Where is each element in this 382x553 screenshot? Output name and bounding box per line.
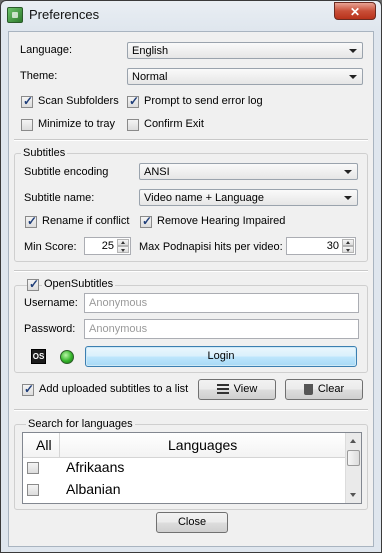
chevron-down-icon — [344, 170, 352, 174]
window-title: Preferences — [29, 7, 100, 22]
languages-group-title: Search for languages — [26, 418, 135, 430]
spin-up-icon[interactable] — [342, 239, 354, 246]
theme-select[interactable]: Normal — [127, 68, 363, 85]
min-score-value: 25 — [101, 240, 114, 252]
separator — [14, 270, 368, 272]
spin-down-icon[interactable] — [117, 246, 129, 253]
status-led-icon — [60, 350, 74, 364]
view-button[interactable]: View — [198, 379, 276, 400]
clear-button-label: Clear — [317, 383, 345, 395]
opensubtitles-label: OpenSubtitles — [42, 278, 116, 290]
minimize-tray-checkbox[interactable] — [21, 119, 33, 131]
subtitle-name-label: Subtitle name: — [24, 192, 95, 204]
vertical-scrollbar[interactable] — [345, 433, 361, 503]
chevron-down-icon — [349, 49, 357, 53]
remove-hi-checkbox[interactable] — [140, 214, 152, 228]
column-languages[interactable]: Languages — [168, 437, 237, 453]
language-name: Afrikaans — [66, 459, 125, 475]
confirm-exit-checkbox[interactable] — [127, 119, 139, 131]
theme-select-value: Normal — [132, 71, 168, 83]
add-to-list-label: Add uploaded subtitles to a list — [39, 383, 189, 395]
username-label: Username: — [24, 297, 78, 309]
password-input[interactable] — [85, 320, 358, 338]
column-divider — [59, 433, 60, 457]
view-button-label: View — [233, 383, 258, 395]
language-checkbox[interactable] — [27, 462, 39, 474]
prompt-error-log-checkbox[interactable] — [127, 94, 139, 108]
rename-conflict-label: Rename if conflict — [42, 215, 130, 227]
subtitle-encoding-value: ANSI — [144, 166, 170, 178]
password-field[interactable] — [84, 319, 359, 339]
prompt-error-log-label: Prompt to send error log — [144, 95, 263, 107]
opensubtitles-logo-icon: OS — [31, 349, 46, 364]
subtitle-name-value: Video name + Language — [144, 192, 264, 204]
username-input[interactable] — [85, 294, 358, 312]
title-bar[interactable]: Preferences ✕ — [1, 1, 381, 29]
scroll-down-icon[interactable] — [347, 488, 360, 502]
chevron-down-icon — [344, 196, 352, 200]
password-label: Password: — [24, 323, 76, 335]
trash-icon — [303, 383, 313, 395]
table-row[interactable]: Albanian — [23, 479, 347, 501]
window-close-button[interactable]: ✕ — [334, 2, 376, 20]
scroll-thumb[interactable] — [347, 450, 360, 466]
language-name: Albanian — [66, 481, 121, 497]
subtitle-encoding-select[interactable]: ANSI — [139, 163, 358, 180]
remove-hi-label: Remove Hearing Impaired — [157, 215, 286, 227]
min-score-label: Min Score: — [24, 241, 77, 253]
max-hits-spinner[interactable]: 30 — [286, 237, 356, 255]
language-select-value: English — [132, 45, 169, 57]
add-to-list-checkbox[interactable] — [22, 382, 34, 396]
theme-label: Theme: — [20, 70, 58, 82]
scan-subfolders-label: Scan Subfolders — [38, 95, 119, 107]
max-hits-value: 30 — [326, 240, 339, 252]
list-icon — [216, 384, 229, 395]
column-all[interactable]: All — [36, 437, 52, 453]
username-field[interactable] — [84, 293, 359, 313]
separator — [14, 409, 368, 411]
scroll-up-icon[interactable] — [347, 434, 360, 448]
max-hits-label: Max Podnapisi hits per video: — [139, 241, 283, 253]
subtitle-encoding-label: Subtitle encoding — [24, 166, 109, 178]
subtitles-group-title: Subtitles — [21, 147, 68, 159]
dialog-body: Language: English Theme: Normal Scan Sub… — [8, 31, 374, 547]
confirm-exit-label: Confirm Exit — [144, 118, 204, 130]
table-row[interactable]: Afrikaans — [23, 457, 347, 479]
minimize-tray-label: Minimize to tray — [38, 118, 116, 130]
spin-down-icon[interactable] — [342, 246, 354, 253]
min-score-spinner[interactable]: 25 — [84, 237, 131, 255]
preferences-window: Preferences ✕ Language: English Theme: N… — [0, 0, 382, 553]
chevron-down-icon — [349, 75, 357, 79]
clear-button[interactable]: Clear — [285, 379, 363, 400]
close-button[interactable]: Close — [156, 512, 228, 533]
table-header: All Languages — [23, 433, 347, 458]
rename-conflict-checkbox[interactable] — [25, 214, 37, 228]
spin-up-icon[interactable] — [117, 239, 129, 246]
login-button[interactable]: Login — [85, 346, 357, 367]
opensubtitles-checkbox[interactable] — [27, 277, 39, 291]
language-label: Language: — [20, 44, 72, 56]
app-icon — [7, 7, 23, 23]
scan-subfolders-checkbox[interactable] — [21, 94, 33, 108]
subtitle-name-select[interactable]: Video name + Language — [139, 189, 358, 206]
separator — [14, 139, 368, 141]
language-checkbox[interactable] — [27, 484, 39, 496]
languages-table[interactable]: All Languages Afrikaans Albanian — [22, 432, 362, 504]
language-select[interactable]: English — [127, 42, 363, 59]
